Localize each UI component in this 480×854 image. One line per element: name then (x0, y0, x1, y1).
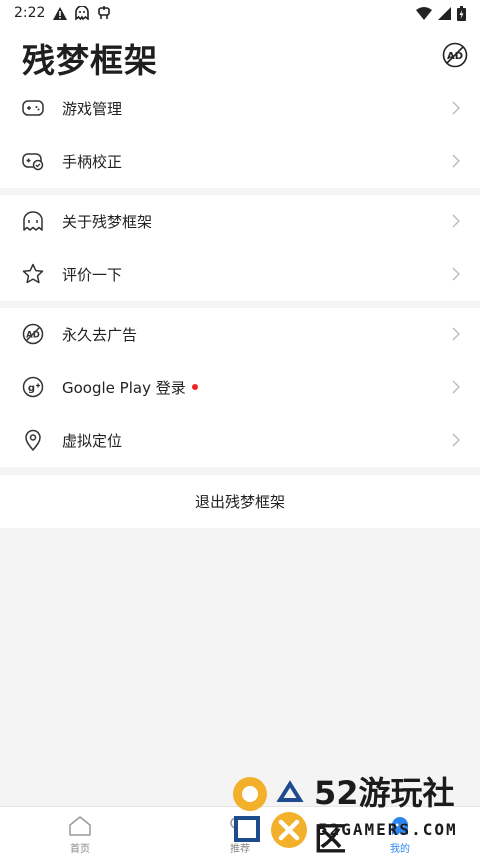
chevron-right-icon (452, 267, 460, 281)
ghost-status-icon (75, 6, 90, 20)
controller-calibrate-icon (22, 153, 44, 171)
watermark-url: 52GAMERS.COM (318, 820, 458, 839)
menu-item-controller-calibration[interactable]: 手柄校正 (0, 135, 480, 188)
star-icon (22, 263, 44, 284)
menu-item-label: 关于残梦框架 (62, 213, 153, 231)
watermark: 52游玩社区 52GAMERS.COM (228, 766, 480, 854)
menu-item-label: Google Play 登录 (62, 377, 198, 398)
notification-dot (191, 383, 198, 390)
tab-home[interactable]: 首页 (40, 807, 120, 854)
watermark-logo (233, 777, 307, 848)
menu-item-label: 游戏管理 (62, 100, 123, 118)
gamepad-icon (22, 100, 44, 116)
menu-group-account: AD 永久去广告 g Google Play 登录 虚拟定位 (0, 308, 480, 467)
no-ads-icon: AD (22, 323, 44, 345)
menu-item-label: 手柄校正 (62, 153, 123, 171)
ghost-icon (23, 211, 43, 231)
menu-item-google-play-login[interactable]: g Google Play 登录 (0, 361, 480, 414)
menu-item-about[interactable]: 关于残梦框架 (0, 195, 480, 248)
chevron-right-icon (452, 101, 460, 115)
battery-icon (457, 5, 466, 21)
chevron-right-icon (452, 214, 460, 228)
status-bar: 2:22 (0, 0, 480, 26)
logout-button[interactable]: 退出残梦框架 (0, 475, 480, 528)
wifi-icon (416, 6, 432, 20)
status-time: 2:22 (14, 5, 46, 21)
menu-group-about: 关于残梦框架 评价一下 (0, 195, 480, 301)
menu-item-label-text: Google Play 登录 (62, 379, 186, 397)
app-status-icon (98, 6, 111, 19)
warning-icon (53, 6, 68, 20)
menu-item-label: 评价一下 (62, 266, 123, 284)
menu-item-remove-ads[interactable]: AD 永久去广告 (0, 308, 480, 361)
chevron-right-icon (452, 154, 460, 168)
tab-label: 首页 (70, 844, 90, 854)
home-icon (69, 816, 91, 836)
chevron-right-icon (452, 327, 460, 341)
chevron-right-icon (452, 380, 460, 394)
chevron-right-icon (452, 433, 460, 447)
page-title: 残梦框架 (22, 41, 158, 80)
google-plus-icon: g (22, 376, 44, 398)
location-pin-icon (25, 429, 41, 451)
no-ads-icon[interactable]: AD (442, 42, 468, 68)
menu-group-game: 游戏管理 手柄校正 (0, 82, 480, 188)
menu-item-rate[interactable]: 评价一下 (0, 248, 480, 301)
menu-item-label: 永久去广告 (62, 326, 138, 344)
menu-item-virtual-location[interactable]: 虚拟定位 (0, 414, 480, 467)
watermark-title: 52游玩社区 (314, 774, 455, 854)
svg-text:g: g (28, 383, 35, 394)
menu-item-game-management[interactable]: 游戏管理 (0, 82, 480, 135)
header: 残梦框架 AD (0, 26, 480, 88)
signal-icon (438, 6, 451, 20)
menu-item-label: 虚拟定位 (62, 432, 123, 450)
